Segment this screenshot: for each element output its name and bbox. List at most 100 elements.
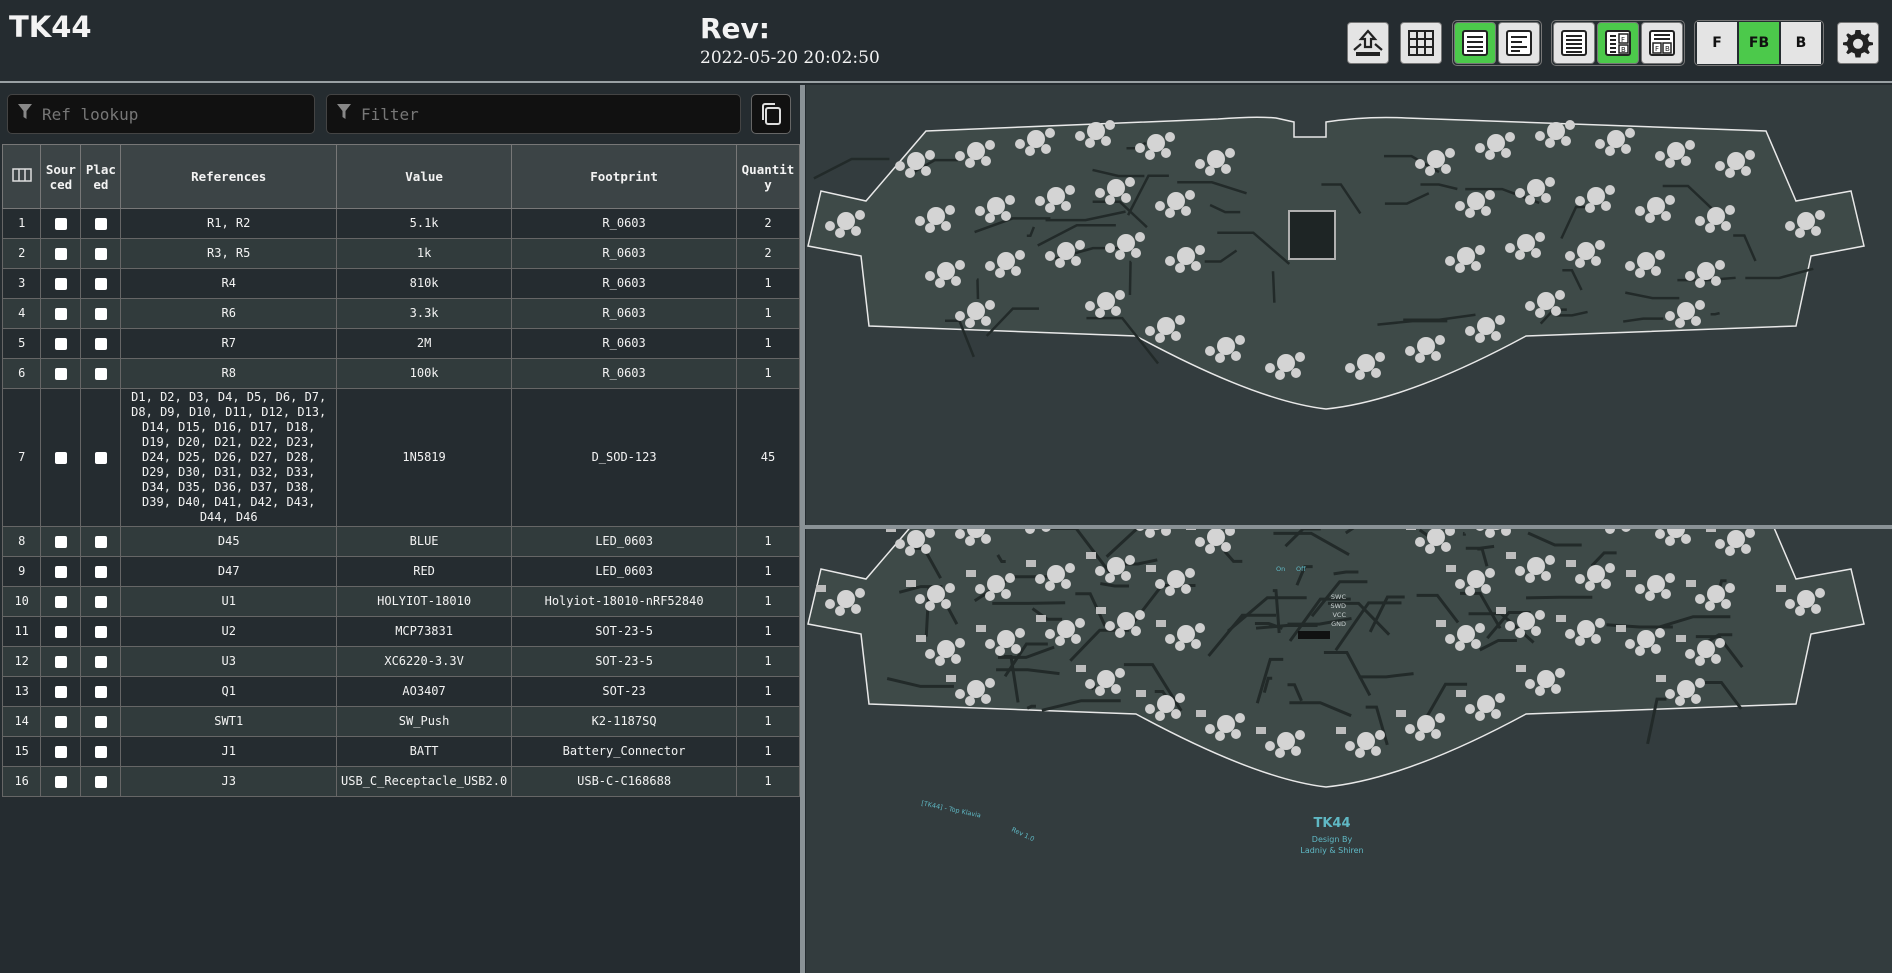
layer-back-button[interactable]: B (1781, 22, 1821, 64)
cell-value: RED (335, 556, 513, 587)
copy-icon[interactable] (751, 94, 791, 134)
table-row[interactable]: 9 D47 RED LED_0603 1 (1, 556, 800, 587)
sourced-checkbox[interactable] (54, 775, 67, 788)
header-footprint[interactable]: Footprint (511, 144, 737, 209)
placed-checkbox[interactable] (94, 535, 107, 548)
cell-references: D45 (120, 526, 337, 557)
cell-references: R7 (120, 328, 337, 359)
sourced-checkbox[interactable] (54, 217, 67, 230)
placed-cell (80, 586, 122, 617)
bom-left-right-icon[interactable] (1454, 22, 1496, 64)
sourced-checkbox[interactable] (54, 307, 67, 320)
placed-checkbox[interactable] (94, 451, 107, 464)
placed-cell (80, 766, 122, 797)
filter-input[interactable]: Filter (326, 94, 741, 134)
pcb-back-canvas[interactable]: TK44 Design By Ladniy & Shiren [TK44] - … (806, 529, 1892, 973)
layer-both-button[interactable]: FB (1739, 22, 1779, 64)
table-row[interactable]: 13 Q1 AO3407 SOT-23 1 (1, 676, 800, 707)
placed-checkbox[interactable] (94, 625, 107, 638)
sourced-checkbox[interactable] (54, 535, 67, 548)
upload-icon[interactable] (1347, 22, 1389, 64)
placed-checkbox[interactable] (94, 745, 107, 758)
header-references[interactable]: References (120, 144, 337, 209)
sourced-checkbox[interactable] (54, 655, 67, 668)
header-placed[interactable]: Plac ed (80, 144, 122, 209)
table-row[interactable]: 3 R4 810k R_0603 1 (1, 268, 800, 299)
placed-checkbox[interactable] (94, 565, 107, 578)
row-number: 7 (1, 388, 42, 527)
placed-checkbox[interactable] (94, 595, 107, 608)
header-value[interactable]: Value (335, 144, 513, 209)
filter-icon (337, 104, 351, 124)
pcb-back-outline (807, 529, 1865, 788)
cell-references: R1, R2 (120, 208, 337, 239)
header-quantity[interactable]: Quantit y (736, 144, 800, 209)
placed-checkbox[interactable] (94, 685, 107, 698)
placed-checkbox[interactable] (94, 247, 107, 260)
placed-checkbox[interactable] (94, 655, 107, 668)
table-row[interactable]: 16 J3 USB_C_Receptacle_USB2.0 USB-C-C168688… (1, 766, 800, 797)
sourced-checkbox[interactable] (54, 247, 67, 260)
sourced-checkbox[interactable] (54, 367, 67, 380)
pcb-front-outline (807, 116, 1865, 410)
placed-checkbox[interactable] (94, 277, 107, 290)
sourced-checkbox[interactable] (54, 745, 67, 758)
sourced-checkbox[interactable] (54, 685, 67, 698)
pcb-front-canvas[interactable] (806, 85, 1892, 525)
cell-footprint: R_0603 (511, 238, 737, 269)
cell-quantity: 1 (736, 766, 800, 797)
cell-quantity: 1 (736, 526, 800, 557)
sourced-checkbox[interactable] (54, 565, 67, 578)
sourced-checkbox[interactable] (54, 625, 67, 638)
grid-icon[interactable] (1400, 22, 1442, 64)
cell-value: 1N5819 (335, 388, 513, 527)
sourced-checkbox[interactable] (54, 451, 67, 464)
header-sourced[interactable]: Sour ced (40, 144, 82, 209)
sourced-checkbox[interactable] (54, 277, 67, 290)
table-row[interactable]: 11 U2 MCP73831 SOT-23-5 1 (1, 616, 800, 647)
table-row[interactable]: 5 R7 2M R_0603 1 (1, 328, 800, 359)
row-number: 15 (1, 736, 42, 767)
cell-quantity: 2 (736, 238, 800, 269)
sourced-checkbox[interactable] (54, 595, 67, 608)
bom-split-icon[interactable]: FB (1597, 22, 1639, 64)
sourced-checkbox[interactable] (54, 715, 67, 728)
settings-gear-icon[interactable] (1837, 22, 1879, 64)
table-row[interactable]: 6 R8 100k R_0603 1 (1, 358, 800, 389)
bom-top-bottom-icon[interactable] (1498, 22, 1540, 64)
table-row[interactable]: 4 R6 3.3k R_0603 1 (1, 298, 800, 329)
column-toggle-icon[interactable] (1, 144, 42, 209)
table-row[interactable]: 2 R3, R5 1k R_0603 2 (1, 238, 800, 269)
placed-checkbox[interactable] (94, 337, 107, 350)
sourced-cell (40, 208, 82, 239)
cell-references: J3 (120, 766, 337, 797)
table-row[interactable]: 1 R1, R2 5.1k R_0603 2 (1, 208, 800, 239)
placed-checkbox[interactable] (94, 367, 107, 380)
table-row[interactable]: 12 U3 XC6220-3.3V SOT-23-5 1 (1, 646, 800, 677)
sourced-cell (40, 238, 82, 269)
cell-quantity: 2 (736, 208, 800, 239)
bom-only-icon[interactable] (1553, 22, 1595, 64)
cell-references: R6 (120, 298, 337, 329)
table-row[interactable]: 10 U1 HOLYIOT-18010 Holyiot-18010-nRF52840 1 (1, 586, 800, 617)
cell-references: U1 (120, 586, 337, 617)
placed-checkbox[interactable] (94, 307, 107, 320)
ref-lookup-input[interactable]: Ref lookup (7, 94, 315, 134)
table-row[interactable]: 14 SWT1 SW_Push K2-1187SQ 1 (1, 706, 800, 737)
placed-checkbox[interactable] (94, 715, 107, 728)
bom-table: Sour ced Plac ed References Value Footpr… (1, 144, 800, 797)
table-header-row: Sour ced Plac ed References Value Footpr… (1, 144, 800, 209)
placed-cell (80, 736, 122, 767)
sourced-checkbox[interactable] (54, 337, 67, 350)
placed-checkbox[interactable] (94, 217, 107, 230)
cell-references: R8 (120, 358, 337, 389)
table-row[interactable]: 7 D1, D2, D3, D4, D5, D6, D7, D8, D9, D10… (1, 388, 800, 527)
cell-value: HOLYIOT-18010 (335, 586, 513, 617)
vertical-splitter[interactable] (800, 85, 805, 973)
table-row[interactable]: 15 J1 BATT Battery_Connector 1 (1, 736, 800, 767)
table-row[interactable]: 8 D45 BLUE LED_0603 1 (1, 526, 800, 557)
layer-front-button[interactable]: F (1697, 22, 1737, 64)
bom-top-icon[interactable]: FB (1641, 22, 1683, 64)
placed-checkbox[interactable] (94, 775, 107, 788)
cell-value: 100k (335, 358, 513, 389)
